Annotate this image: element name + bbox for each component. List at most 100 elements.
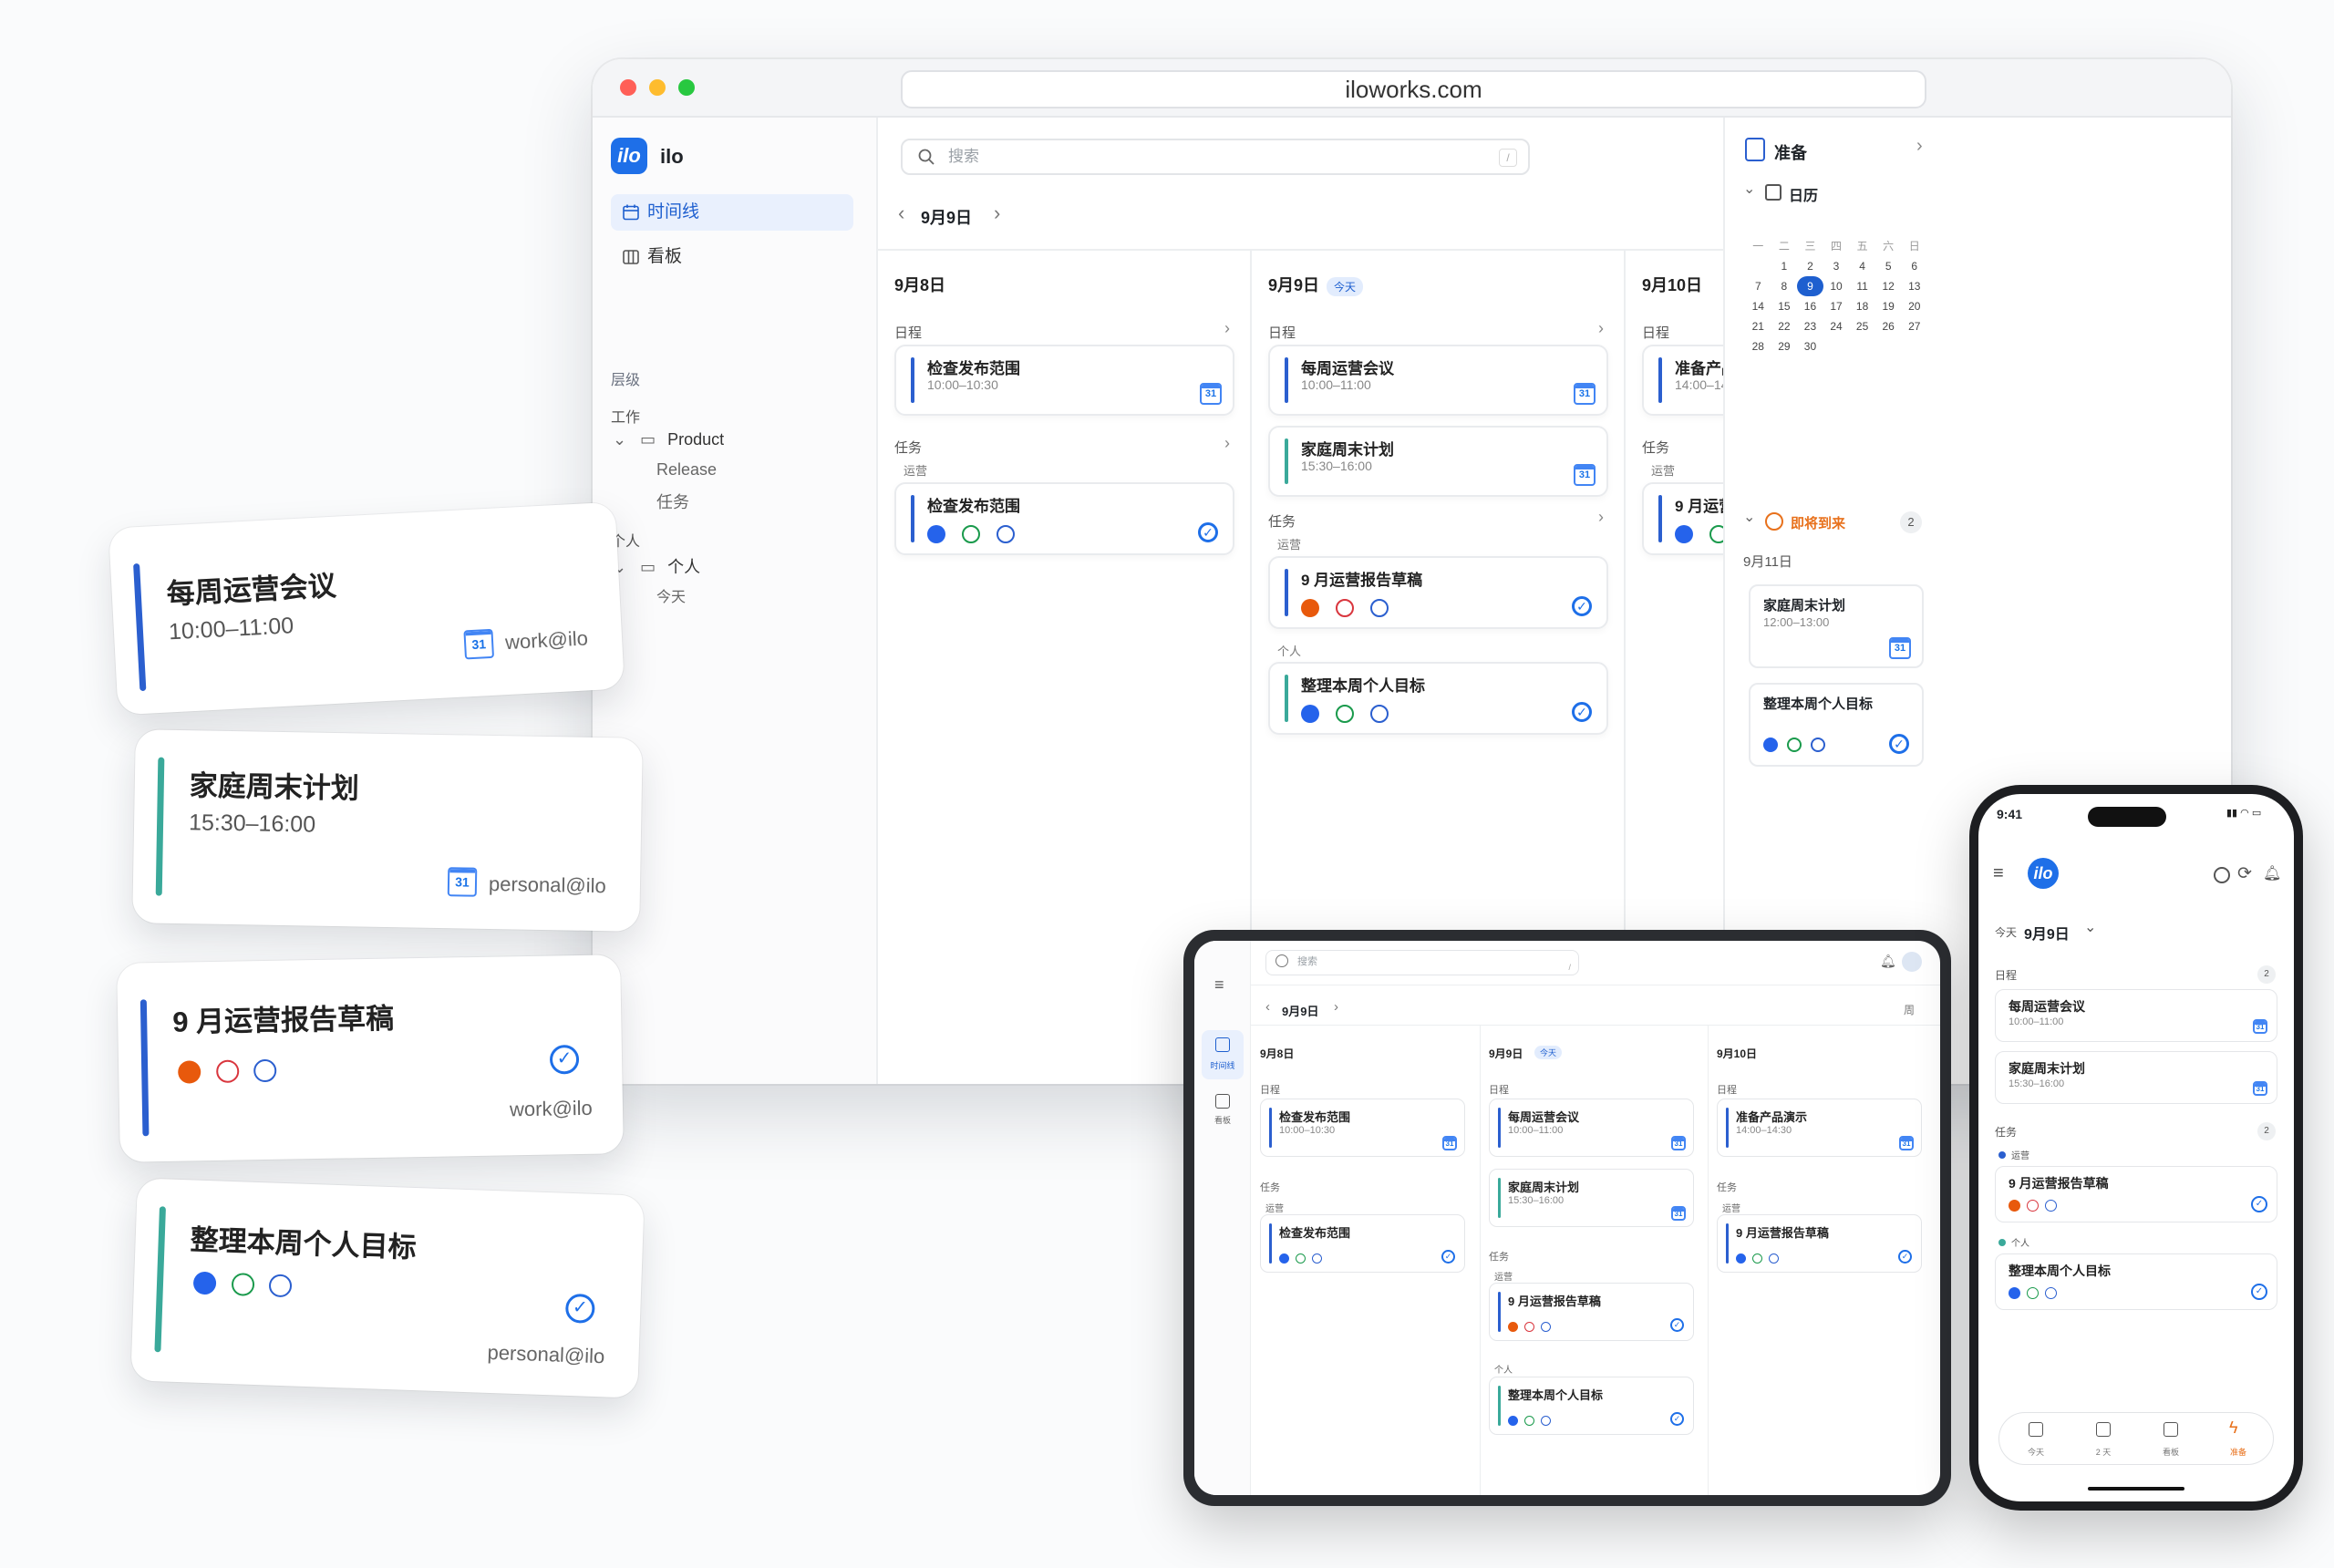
tab-board-icon[interactable]: [2164, 1422, 2178, 1437]
calendar-day[interactable]: 3: [1823, 256, 1850, 276]
check-icon[interactable]: ✓: [2251, 1196, 2267, 1212]
check-icon[interactable]: ✓: [1441, 1250, 1455, 1264]
chevron-right-icon[interactable]: ›: [1224, 319, 1230, 338]
next-day-button[interactable]: ›: [994, 201, 1000, 225]
calendar-day[interactable]: 2: [1797, 256, 1823, 276]
maximize-window-button[interactable]: [678, 79, 695, 96]
menu-icon[interactable]: ≡: [1214, 975, 1224, 995]
floating-event-card[interactable]: 每周运营会议 10:00–11:00 31 work@ilo: [108, 501, 625, 716]
chevron-down-icon[interactable]: ⌄: [1743, 180, 1755, 198]
upcoming-card[interactable]: 家庭周末计划 12:00–13:00 31: [1749, 584, 1924, 668]
check-icon[interactable]: ✓: [1670, 1412, 1684, 1426]
lightning-icon[interactable]: ϟ: [2229, 1418, 2238, 1438]
calendar-day[interactable]: 10: [1823, 276, 1850, 296]
calendar-day[interactable]: 15: [1771, 296, 1798, 316]
phone-date[interactable]: 9月9日: [2024, 922, 2070, 944]
check-icon[interactable]: ✓: [1198, 522, 1218, 542]
calendar-day[interactable]: 30: [1797, 336, 1823, 356]
tab-two-day-icon[interactable]: [2096, 1422, 2111, 1437]
floating-event-card[interactable]: 家庭周末计划 15:30–16:00 31 personal@ilo: [132, 729, 643, 932]
calendar-day[interactable]: 7: [1745, 276, 1771, 296]
calendar-day[interactable]: 25: [1849, 316, 1875, 336]
check-icon[interactable]: ✓: [1572, 702, 1592, 722]
calendar-day[interactable]: 5: [1875, 256, 1902, 276]
minimize-window-button[interactable]: [649, 79, 666, 96]
event-card[interactable]: 检查发布范围 10:00–10:30 31: [894, 345, 1234, 416]
event-card[interactable]: 准备产品演示 14:00–14:30 31: [1717, 1099, 1922, 1157]
tab-board[interactable]: 看板: [2153, 1446, 2189, 1458]
prev-day-button[interactable]: ‹: [1265, 999, 1270, 1015]
calendar-day[interactable]: 27: [1901, 316, 1927, 336]
nav-board[interactable]: 看板: [611, 239, 853, 275]
bell-icon[interactable]: 🔔︎: [1880, 954, 1896, 969]
nav-timeline[interactable]: 时间线: [611, 194, 853, 231]
tab-today[interactable]: 今天: [2018, 1446, 2054, 1458]
search-icon[interactable]: [2214, 867, 2230, 883]
tree-personal[interactable]: ⌄ ▭ 个人: [613, 554, 700, 578]
tab-today-icon[interactable]: [2029, 1422, 2043, 1437]
event-card[interactable]: 每周运营会议 10:00–11:00 31: [1489, 1099, 1694, 1157]
calendar-day[interactable]: 9: [1797, 276, 1823, 296]
event-card[interactable]: 每周运营会议 10:00–11:00 31: [1268, 345, 1608, 416]
chevron-right-icon[interactable]: ›: [1916, 136, 1923, 157]
bell-icon[interactable]: 🔔︎: [2263, 864, 2281, 882]
tablet-view-week[interactable]: 周: [1904, 1002, 1915, 1017]
task-card[interactable]: 9 月运营报告草稿 ✓: [1489, 1283, 1694, 1341]
calendar-day[interactable]: 20: [1901, 296, 1927, 316]
calendar-day[interactable]: 26: [1875, 316, 1902, 336]
floating-task-card[interactable]: 整理本周个人目标 ✓ personal@ilo: [130, 1178, 645, 1398]
calendar-day[interactable]: 21: [1745, 316, 1771, 336]
tablet-search-input[interactable]: 搜索 /: [1265, 950, 1579, 975]
task-card[interactable]: 整理本周个人目标 ✓: [1489, 1377, 1694, 1435]
chevron-down-icon[interactable]: ⌄: [2084, 918, 2096, 936]
check-icon[interactable]: ✓: [2251, 1284, 2267, 1300]
check-icon[interactable]: ✓: [1898, 1250, 1912, 1264]
calendar-day[interactable]: 6: [1901, 256, 1927, 276]
upcoming-card[interactable]: 整理本周个人目标 ✓: [1749, 683, 1924, 767]
event-card[interactable]: 家庭周末计划 15:30–16:00 31: [1489, 1169, 1694, 1227]
task-card[interactable]: 9 月运营报告草稿 ✓: [1268, 556, 1608, 629]
task-card[interactable]: 检查发布范围 ✓: [894, 482, 1234, 555]
tree-product[interactable]: ⌄ ▭ Product: [613, 430, 724, 449]
event-card[interactable]: 检查发布范围 10:00–10:30 31: [1260, 1099, 1465, 1157]
calendar-day[interactable]: 4: [1849, 256, 1875, 276]
tree-today[interactable]: 今天: [656, 584, 686, 606]
tablet-nav-timeline[interactable]: 时间线: [1202, 1030, 1244, 1079]
floating-task-card[interactable]: 9 月运营报告草稿 ✓ work@ilo: [117, 954, 624, 1162]
check-icon[interactable]: ✓: [564, 1293, 595, 1324]
avatar[interactable]: [1902, 952, 1922, 972]
prev-day-button[interactable]: ‹: [898, 201, 904, 225]
refresh-icon[interactable]: ⟳: [2237, 863, 2252, 884]
chevron-down-icon[interactable]: ⌄: [1743, 508, 1755, 526]
task-card[interactable]: 9 月运营报告草稿 ✓: [1717, 1214, 1922, 1273]
calendar-day[interactable]: 11: [1849, 276, 1875, 296]
calendar-day[interactable]: 16: [1797, 296, 1823, 316]
tree-tasks[interactable]: 任务: [656, 490, 689, 513]
board-icon[interactable]: [1215, 1094, 1230, 1109]
mini-calendar[interactable]: 一二三四五六日 1 2 3 4 5 6 7 8 9 10 11 12 13 14 15 16 17 18 19 20 21…: [1745, 236, 1927, 356]
chevron-right-icon[interactable]: ›: [1598, 319, 1604, 338]
event-card[interactable]: 每周运营会议 10:00–11:00 31: [1995, 989, 2277, 1042]
calendar-day[interactable]: 12: [1875, 276, 1902, 296]
check-icon[interactable]: ✓: [1572, 596, 1592, 616]
calendar-day[interactable]: 22: [1771, 316, 1798, 336]
search-input[interactable]: 搜索 /: [901, 139, 1530, 175]
event-card[interactable]: 家庭周末计划 15:30–16:00 31: [1268, 426, 1608, 497]
calendar-day[interactable]: 24: [1823, 316, 1850, 336]
task-card[interactable]: 检查发布范围 ✓: [1260, 1214, 1465, 1273]
calendar-day[interactable]: 13: [1901, 276, 1927, 296]
tab-prepare[interactable]: 准备: [2220, 1446, 2257, 1458]
next-day-button[interactable]: ›: [1334, 999, 1338, 1015]
close-window-button[interactable]: [620, 79, 636, 96]
tree-release[interactable]: Release: [656, 460, 717, 480]
check-icon[interactable]: ✓: [549, 1045, 580, 1075]
url-bar[interactable]: iloworks.com: [901, 70, 1926, 108]
calendar-day[interactable]: 8: [1771, 276, 1798, 296]
task-card[interactable]: 9 月运营报告草稿 ✓: [1995, 1166, 2277, 1222]
task-card[interactable]: 整理本周个人目标 ✓: [1995, 1253, 2277, 1310]
task-card[interactable]: 整理本周个人目标 ✓: [1268, 662, 1608, 735]
calendar-day[interactable]: 1: [1771, 256, 1798, 276]
calendar-day[interactable]: 19: [1875, 296, 1902, 316]
calendar-day[interactable]: 29: [1771, 336, 1798, 356]
calendar-day[interactable]: 17: [1823, 296, 1850, 316]
